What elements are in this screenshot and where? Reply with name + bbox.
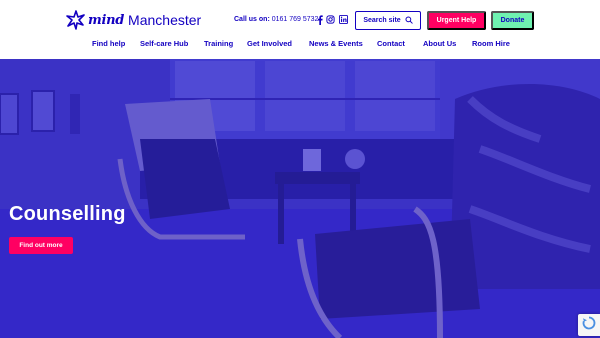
nav-about-us[interactable]: About Us [423,39,456,48]
hero-background-photo [0,59,600,338]
search-icon [405,15,413,26]
nav-find-help[interactable]: Find help [92,39,125,48]
call-us: Call us on: 0161 769 5732 [234,16,318,23]
logo-brand-text: mind [88,12,125,28]
recaptcha-icon [582,316,596,335]
hero-title: Counselling [9,203,126,225]
search-button[interactable]: Search site [355,11,421,30]
urgent-help-button[interactable]: Urgent Help [427,11,486,30]
nav-contact[interactable]: Contact [377,39,405,48]
nav-get-involved[interactable]: Get Involved [247,39,292,48]
search-button-label: Search site [363,17,401,24]
nav-room-hire[interactable]: Room Hire [472,39,510,48]
nav-news-events[interactable]: News & Events [309,39,363,48]
mind-logo-icon [66,10,86,30]
linkedin-icon[interactable] [338,14,349,25]
phone-number[interactable]: 0161 769 5732 [272,16,319,23]
nav-self-care-hub[interactable]: Self-care Hub [140,39,188,48]
facebook-icon[interactable] [314,14,325,25]
find-out-more-button[interactable]: Find out more [9,237,73,254]
donate-button[interactable]: Donate [491,11,534,30]
site-logo[interactable]: mind Manchester [66,10,201,30]
hero-banner: Counselling Find out more [0,59,600,338]
instagram-icon[interactable] [325,14,336,25]
logo-city-text: Manchester [128,12,202,28]
nav-training[interactable]: Training [204,39,233,48]
main-nav: Find help Self-care Hub Training Get Inv… [0,39,600,53]
site-header: mind Manchester Call us on: 0161 769 573… [0,0,600,59]
recaptcha-badge[interactable] [578,314,600,336]
call-us-label: Call us on: [234,16,270,23]
